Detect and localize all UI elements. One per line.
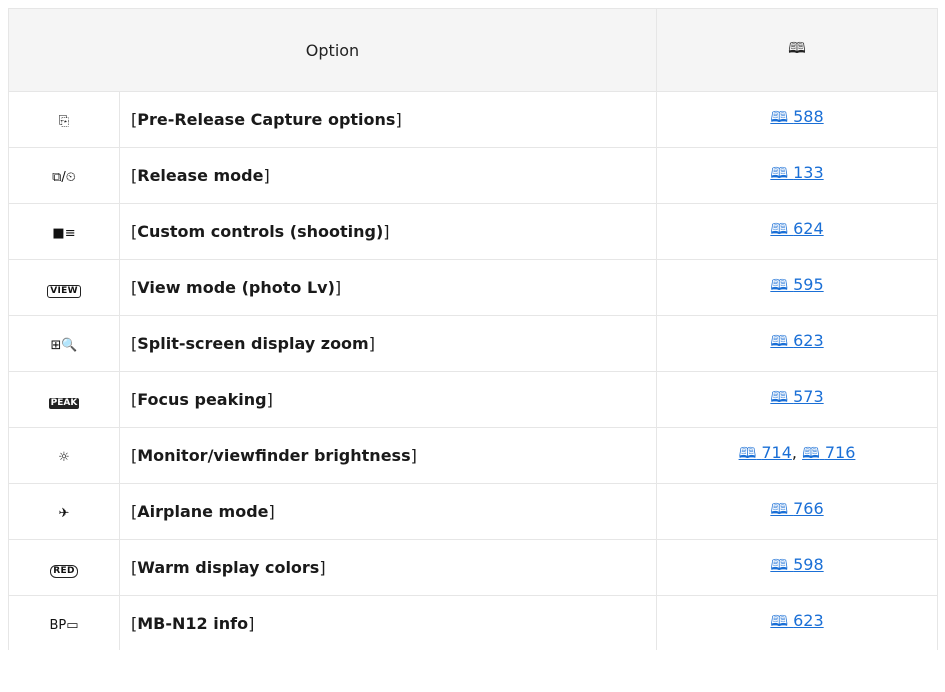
option-label: Release mode [137,166,264,185]
page-number: 588 [793,107,824,126]
icon-cell: ✈ [8,483,120,540]
table-row: ■≡ [Custom controls (shooting)] 🕮 624 [8,203,938,260]
release-mode-icon: ⧉/⏲ [52,170,76,185]
option-label: Custom controls (shooting) [137,222,384,241]
reference-cell: 🕮 598 [656,539,938,596]
page-reference-link[interactable]: 🕮 624 [770,219,823,238]
icon-cell: VIEW [8,259,120,316]
icon-cell: ⧉/⏲ [8,147,120,204]
page-number: 573 [793,387,824,406]
reference-cell: 🕮 624 [656,203,938,260]
page-reference-link[interactable]: 🕮 716 [802,443,855,462]
option-cell: [Pre-Release Capture options] [119,91,657,148]
view-icon: VIEW [47,284,81,298]
page-number: 598 [793,555,824,574]
page-number: 624 [793,219,824,238]
book-icon: 🕮 [770,332,789,350]
page-number: 716 [824,443,856,462]
option-label: Airplane mode [137,502,269,521]
page-reference-link[interactable]: 🕮 623 [770,611,823,630]
book-icon: 🕮 [770,388,789,406]
option-cell: [Airplane mode] [119,483,657,540]
option-cell: [Warm display colors] [119,539,657,596]
reference-cell: 🕮 595 [656,259,938,316]
option-label: Pre-Release Capture options [137,110,396,129]
reference-cell: 🕮 573 [656,371,938,428]
option-label: Warm display colors [137,558,320,577]
page-reference-link[interactable]: 🕮 588 [770,107,823,126]
icon-cell: ■≡ [8,203,120,260]
option-cell: [MB-N12 info] [119,595,657,650]
table-row: RED [Warm display colors] 🕮 598 [8,539,938,596]
page-number: 766 [793,499,824,518]
page-reference-link[interactable]: 🕮 595 [770,275,823,294]
page-reference-link[interactable]: 🕮 598 [770,555,823,574]
option-cell: [Release mode] [119,147,657,204]
table-row: BP▭ [MB-N12 info] 🕮 623 [8,595,938,650]
page-number: 623 [793,610,824,630]
page-reference-link[interactable]: 🕮 573 [770,387,823,406]
book-icon: 🕮 [770,611,789,630]
option-cell: [Split-screen display zoom] [119,315,657,372]
pre-release-capture-icon: ⎘ [58,114,70,129]
icon-cell: RED [8,539,120,596]
table-row: ✈ [Airplane mode] 🕮 766 [8,483,938,540]
table-row: ⎘ [Pre-Release Capture options] 🕮 588 [8,91,938,148]
red-icon: RED [50,564,78,578]
reference-cell: 🕮 623 [656,315,938,372]
table-row: ⊞🔍 [Split-screen display zoom] 🕮 623 [8,315,938,372]
page-reference-link[interactable]: 🕮 714 [739,443,792,462]
option-column-header: Option [8,8,657,92]
table-header-row: Option 🕮 [8,8,938,92]
book-icon: 🕮 [770,276,789,294]
icon-cell: ⎘ [8,91,120,148]
option-cell: [Focus peaking] [119,371,657,428]
icon-cell: BP▭ [8,595,120,650]
custom-controls-icon: ■≡ [52,226,76,241]
options-table: Option 🕮 ⎘ [Pre-Release Capture options] 🕮… [8,8,938,650]
table-row: ☼ [Monitor/viewfinder brightness] 🕮 714, 🕮… [8,427,938,484]
reference-cell: 🕮 714, 🕮 716 [656,427,938,484]
page-number: 133 [793,163,824,182]
option-label: View mode (photo Lv) [137,278,335,297]
page-reference-link[interactable]: 🕮 766 [770,499,823,518]
book-icon: 🕮 [738,444,757,462]
icon-cell: ⊞🔍 [8,315,120,372]
option-cell: [View mode (photo Lv)] [119,259,657,316]
option-label: Focus peaking [137,390,267,409]
table-row: VIEW [View mode (photo Lv)] 🕮 595 [8,259,938,316]
option-label: Monitor/viewfinder brightness [137,446,411,465]
book-icon: 🕮 [770,500,789,518]
book-icon: 🕮 [770,556,789,574]
battery-pack-icon: BP▭ [49,617,79,633]
reference-cell: 🕮 133 [656,147,938,204]
peak-icon: PEAK [48,398,80,409]
icon-cell: ☼ [8,427,120,484]
page-number: 623 [793,331,824,350]
option-label: Split-screen display zoom [137,334,369,353]
reference-cell: 🕮 588 [656,91,938,148]
book-icon: 🕮 [770,220,789,238]
icon-cell: PEAK [8,371,120,428]
split-screen-zoom-icon: ⊞🔍 [50,338,78,353]
page-reference-link[interactable]: 🕮 623 [770,331,823,350]
table-row: PEAK [Focus peaking] 🕮 573 [8,371,938,428]
book-icon: 🕮 [802,444,820,462]
book-icon: 🕮 [788,38,806,57]
airplane-icon: ✈ [58,506,70,521]
table-row: ⧉/⏲ [Release mode] 🕮 133 [8,147,938,204]
book-icon: 🕮 [770,108,789,126]
option-label: MB-N12 info [137,613,249,633]
reference-cell: 🕮 766 [656,483,938,540]
option-cell: [Monitor/viewfinder brightness] [119,427,657,484]
reference-cell: 🕮 623 [656,595,938,650]
page-number: 595 [793,275,824,294]
book-icon: 🕮 [770,164,789,182]
page-reference-link[interactable]: 🕮 133 [770,163,823,182]
page-number: 714 [761,443,792,462]
brightness-icon: ☼ [58,450,70,465]
reference-column-header: 🕮 [656,8,938,92]
option-cell: [Custom controls (shooting)] [119,203,657,260]
